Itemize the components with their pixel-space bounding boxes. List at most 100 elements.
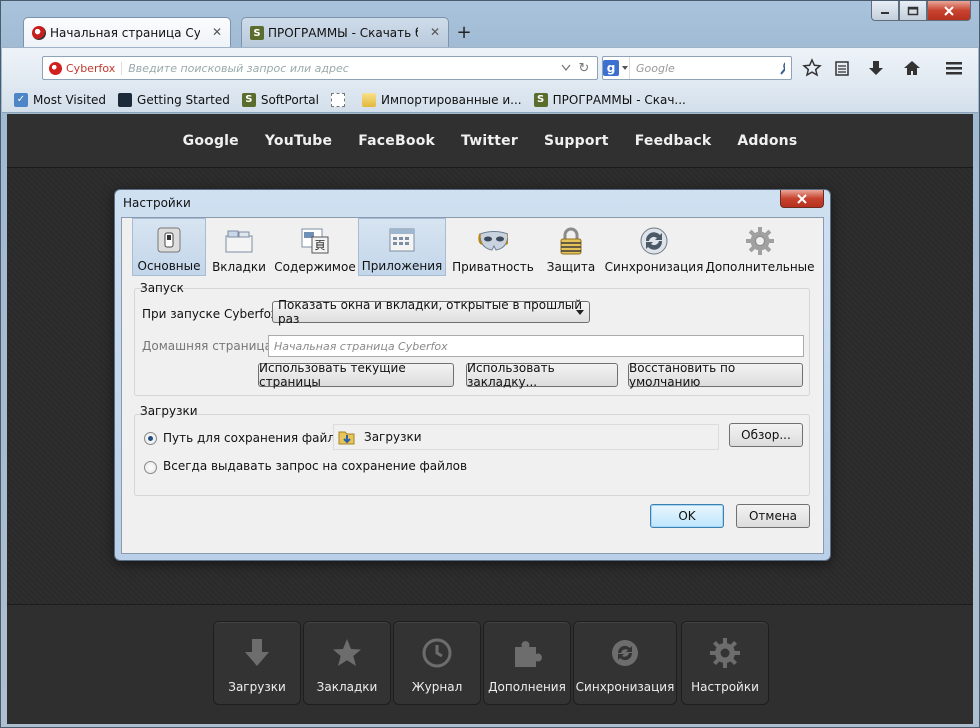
tile-label: Дополнения — [488, 680, 566, 694]
url-dropdown-icon[interactable] — [557, 59, 575, 77]
home-icon[interactable] — [900, 56, 924, 80]
menu-icon[interactable] — [942, 56, 966, 80]
use-current-pages-button[interactable]: Использовать текущие страницы — [258, 361, 454, 389]
toplink-support[interactable]: Support — [544, 133, 609, 149]
bookmark-most-visited[interactable]: ✓ Most Visited — [10, 89, 110, 111]
pane-label: Содержимое — [274, 260, 356, 274]
bookmark-label: SoftPortal — [260, 92, 319, 107]
puzzle-icon — [511, 636, 543, 670]
switch-icon — [154, 225, 184, 255]
softportal-icon: S — [250, 26, 264, 40]
download-arrow-icon — [241, 636, 273, 670]
maximize-button[interactable] — [899, 1, 927, 21]
use-bookmark-button[interactable]: Использовать закладку... — [466, 361, 618, 389]
tile-label: Закладки — [316, 680, 378, 694]
always-ask-radio[interactable] — [144, 461, 157, 474]
close-tab-icon[interactable]: ✕ — [430, 25, 440, 39]
site-identity-button[interactable]: Cyberfox — [43, 61, 123, 75]
homepage-placeholder: Начальная страница Cyberfox — [274, 339, 448, 353]
browse-button[interactable]: Обзор... — [729, 423, 803, 447]
url-input[interactable] — [122, 61, 557, 75]
url-bar[interactable]: Cyberfox ↻ — [42, 56, 598, 80]
bookmark-getting-started[interactable]: Getting Started — [114, 89, 234, 111]
content-icon: 頁 — [300, 226, 330, 256]
toplink-youtube[interactable]: YouTube — [265, 133, 332, 149]
cyberfox-logo-icon — [32, 26, 46, 40]
bookmark-empty[interactable] — [327, 89, 354, 111]
tabs-icon — [224, 226, 254, 256]
lock-icon — [556, 226, 586, 256]
dialog-title: Настройки — [123, 196, 191, 210]
restore-default-button[interactable]: Восстановить по умолчанию — [628, 361, 803, 389]
minimize-icon — [881, 11, 889, 14]
save-path-label: Путь для сохранения файлов — [163, 431, 350, 445]
chevron-down-icon — [576, 310, 584, 315]
getting-started-icon — [118, 92, 133, 107]
search-input[interactable] — [630, 61, 779, 75]
pane-applications[interactable]: Приложения — [358, 218, 446, 276]
toplink-feedback[interactable]: Feedback — [635, 133, 712, 149]
close-icon — [797, 193, 807, 204]
gear-icon — [745, 226, 775, 256]
tile-addons[interactable]: Дополнения — [483, 621, 571, 705]
sync-icon — [609, 636, 641, 670]
toplink-twitter[interactable]: Twitter — [461, 133, 518, 149]
tab-softportal[interactable]: S ПРОГРАММЫ - Скачать б... ✕ — [241, 17, 449, 47]
close-window-button[interactable] — [927, 1, 971, 21]
toplink-google[interactable]: Google — [183, 133, 239, 149]
softportal-icon: S — [241, 92, 256, 107]
tile-bookmarks[interactable]: Закладки — [303, 621, 391, 705]
tile-label: Загрузки — [228, 680, 286, 694]
on-start-value: Показать окна и вкладки, открытые в прош… — [278, 298, 583, 326]
reload-icon[interactable]: ↻ — [575, 59, 593, 77]
maximize-icon — [907, 6, 919, 15]
new-tab-button[interactable]: + — [453, 21, 475, 43]
tile-history[interactable]: Журнал — [393, 621, 481, 705]
pane-advanced[interactable]: Дополнительные — [705, 218, 815, 276]
bookmark-programs[interactable]: S ПРОГРАММЫ - Скач... — [530, 89, 690, 111]
gear-icon — [709, 636, 741, 670]
toplink-facebook[interactable]: FaceBook — [358, 133, 435, 149]
applications-icon — [387, 225, 417, 255]
pane-content[interactable]: 頁 Содержимое — [272, 218, 358, 276]
folder-download-icon — [338, 431, 355, 445]
cancel-button[interactable]: Отмена — [736, 504, 810, 528]
search-bar[interactable]: g — [602, 56, 792, 80]
homepage-field[interactable]: Начальная страница Cyberfox — [268, 335, 804, 357]
folder-icon — [361, 92, 376, 107]
tile-downloads[interactable]: Загрузки — [213, 621, 301, 705]
pane-privacy[interactable]: Приватность — [446, 218, 540, 276]
pane-security[interactable]: Защита — [540, 218, 602, 276]
pane-tabs[interactable]: Вкладки — [206, 218, 272, 276]
bookmark-star-icon[interactable] — [800, 56, 824, 80]
mask-icon — [478, 226, 508, 256]
navigation-toolbar: Cyberfox ↻ g — [2, 47, 978, 87]
bookmark-folder-imported[interactable]: Импортированные и... — [358, 89, 526, 111]
pane-sync[interactable]: Синхронизация — [602, 218, 706, 276]
tab-start-page[interactable]: Начальная страница Cyb... ✕ — [23, 17, 231, 47]
toplink-addons[interactable]: Addons — [737, 133, 797, 149]
softportal-icon: S — [533, 92, 548, 107]
close-tab-icon[interactable]: ✕ — [212, 25, 222, 39]
tab-title: Начальная страница Cyb... — [50, 25, 200, 40]
always-ask-label: Всегда выдавать запрос на сохранение фай… — [163, 459, 468, 473]
tile-settings[interactable]: Настройки — [681, 621, 769, 705]
bookmark-label: Импортированные и... — [380, 92, 522, 107]
on-start-label: При запуске Cyberfox: — [142, 307, 282, 321]
search-engine-button[interactable]: g — [603, 57, 630, 79]
save-path-radio[interactable] — [144, 432, 157, 445]
downloads-icon[interactable] — [864, 56, 888, 80]
bookmark-label: Getting Started — [137, 92, 230, 107]
dialog-close-button[interactable] — [780, 190, 824, 208]
browser-window: Начальная страница Cyb... ✕ S ПРОГРАММЫ … — [0, 0, 980, 728]
svg-text:頁: 頁 — [315, 239, 326, 252]
bookmark-softportal[interactable]: S SoftPortal — [238, 89, 323, 111]
pane-label: Вкладки — [212, 260, 266, 274]
on-start-select[interactable]: Показать окна и вкладки, открытые в прош… — [272, 298, 590, 326]
pane-general[interactable]: Основные — [132, 218, 206, 276]
search-icon[interactable] — [779, 60, 785, 76]
bookmarks-menu-icon[interactable] — [830, 56, 854, 80]
ok-button[interactable]: OK — [650, 504, 724, 528]
pane-label: Основные — [137, 259, 201, 273]
tile-sync[interactable]: Синхронизация — [573, 621, 677, 705]
